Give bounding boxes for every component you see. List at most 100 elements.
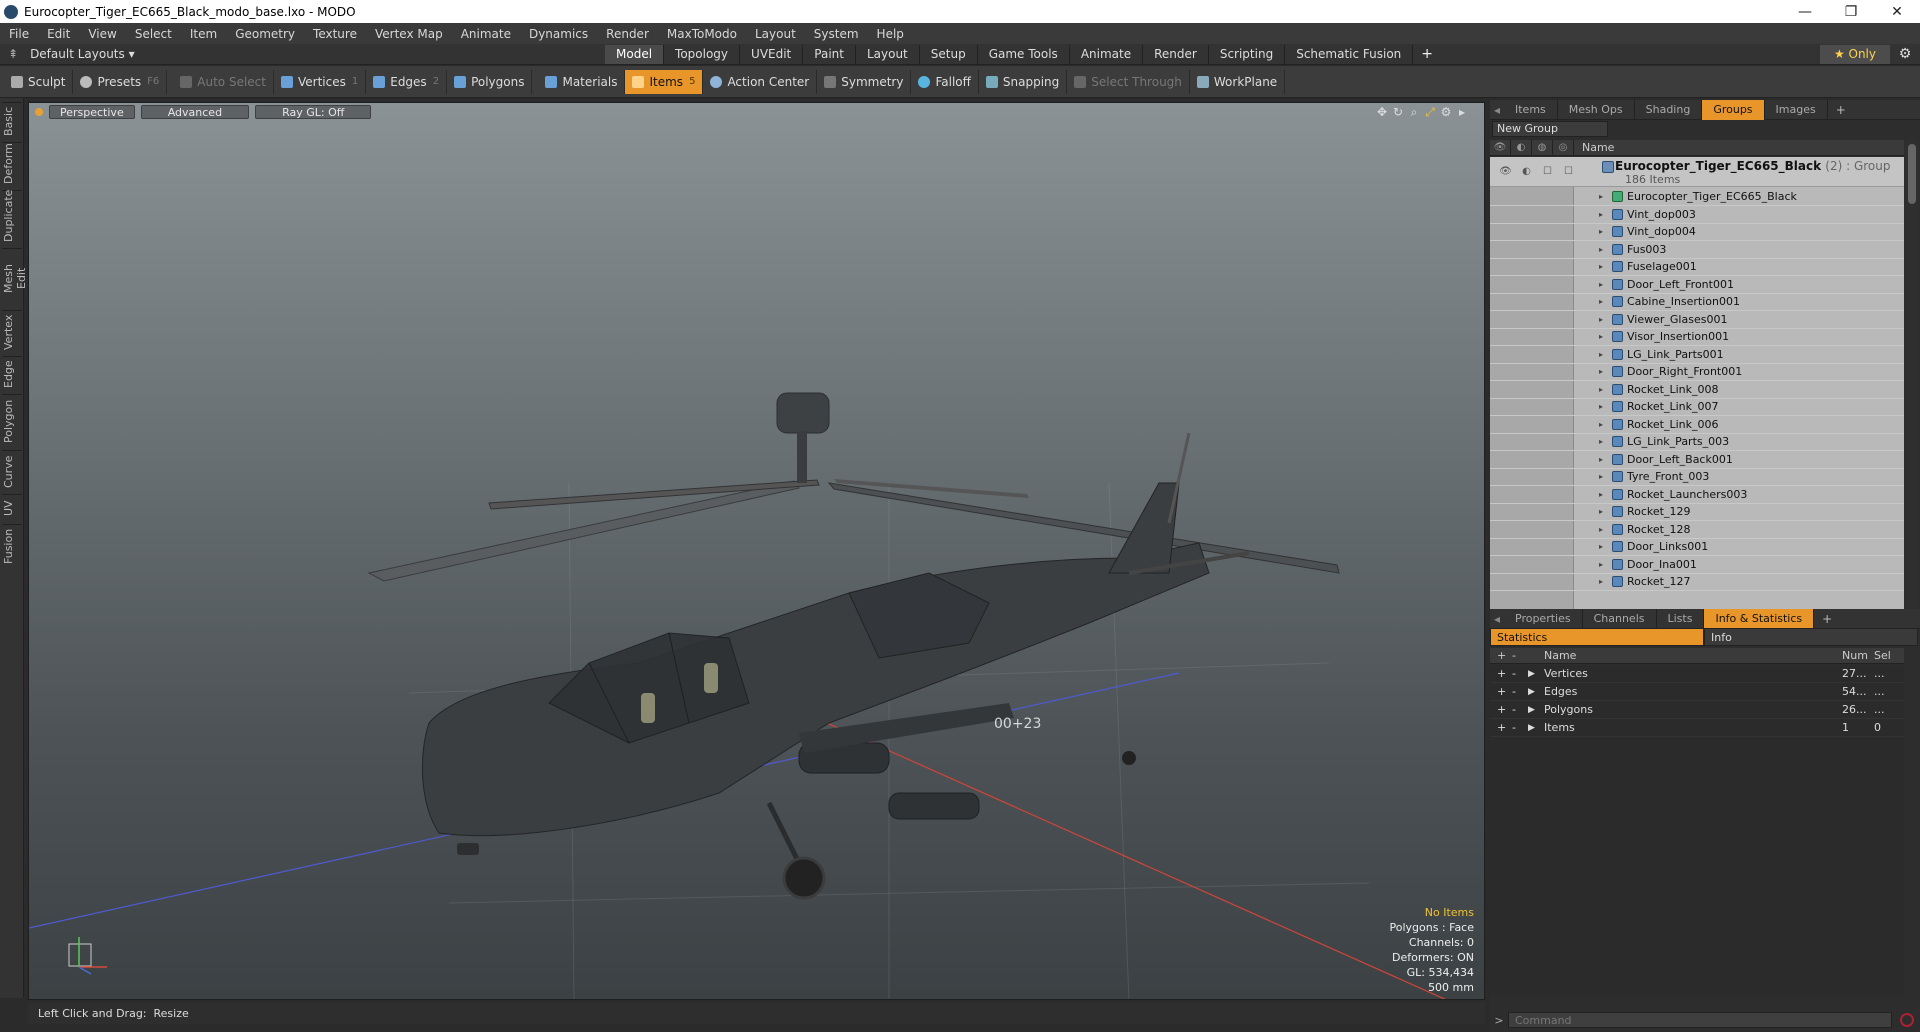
- snapping-button[interactable]: Snapping: [979, 69, 1068, 94]
- stat-row[interactable]: + - ▶ Edges 54......: [1490, 683, 1904, 701]
- tab-schematic-fusion[interactable]: Schematic Fusion: [1285, 44, 1414, 64]
- vertices-button[interactable]: Vertices 1: [274, 69, 367, 94]
- record-macro-icon[interactable]: [1900, 1013, 1914, 1027]
- groups-list[interactable]: 👁 ◐ ☐ ☐ Eurocopter_Tiger_EC665_Black (2) : …: [1490, 157, 1904, 609]
- tab-properties[interactable]: Properties: [1504, 608, 1583, 629]
- group-item-row[interactable]: ▸ Door_Right_Front001: [1490, 363, 1904, 381]
- view-mode-dropdown[interactable]: Perspective: [49, 105, 135, 119]
- select-through-button[interactable]: Select Through: [1067, 69, 1190, 94]
- menu-view[interactable]: View: [79, 27, 125, 41]
- group-item-row[interactable]: ▸ Vint_dop003: [1490, 206, 1904, 224]
- sculpt-button[interactable]: Sculpt: [4, 69, 74, 94]
- group-item-row[interactable]: ▸ Fus003: [1490, 241, 1904, 259]
- render-icon[interactable]: ◐: [1516, 166, 1537, 177]
- edges-button[interactable]: Edges 2: [366, 69, 448, 94]
- add-panel-tab-button[interactable]: +: [1828, 103, 1854, 117]
- expand-arrow-icon[interactable]: ▸: [1599, 245, 1603, 254]
- tab-model[interactable]: Model: [605, 44, 665, 64]
- new-group-button[interactable]: New Group: [1492, 121, 1608, 137]
- visibility-column-icon[interactable]: 👁: [1490, 139, 1511, 156]
- stat-remove-icon[interactable]: -: [1512, 721, 1516, 734]
- expand-arrow-icon[interactable]: ▸: [1599, 507, 1603, 516]
- expand-arrow-icon[interactable]: ▸: [1599, 455, 1603, 464]
- tab-lists[interactable]: Lists: [1657, 608, 1705, 629]
- expand-arrow-icon[interactable]: ▸: [1599, 297, 1603, 306]
- expand-arrow-icon[interactable]: ▸: [1599, 210, 1603, 219]
- expand-arrow-icon[interactable]: ▸: [1599, 350, 1603, 359]
- workplane-button[interactable]: WorkPlane: [1190, 69, 1286, 94]
- tab-game-tools[interactable]: Game Tools: [978, 44, 1070, 64]
- fit-icon[interactable]: ⤢: [1422, 105, 1438, 120]
- auto-select-button[interactable]: Auto Select: [173, 69, 274, 94]
- gear-icon[interactable]: ⚙: [1890, 46, 1920, 62]
- expand-arrow-icon[interactable]: ▸: [1599, 490, 1603, 499]
- expand-arrow-icon[interactable]: ▸: [1599, 315, 1603, 324]
- tab-deform[interactable]: Deform: [2, 142, 22, 188]
- group-item-row[interactable]: ▸ Rocket_129: [1490, 503, 1904, 521]
- render-column-icon[interactable]: ◐: [1511, 139, 1532, 156]
- group-item-row[interactable]: ▸ Rocket_Link_006: [1490, 416, 1904, 434]
- group-item-row[interactable]: ▸ Rocket_127: [1490, 573, 1904, 591]
- 3d-viewport[interactable]: 00+23 Perspective Advanced Ray GL: Off ✥…: [28, 102, 1485, 1000]
- menu-help[interactable]: Help: [868, 27, 913, 41]
- tab-channels[interactable]: Channels: [1583, 608, 1657, 629]
- tab-shading[interactable]: Shading: [1635, 99, 1703, 120]
- expand-arrow-icon[interactable]: ▸: [1599, 420, 1603, 429]
- close-button[interactable]: ✕: [1874, 0, 1920, 23]
- group-item-row[interactable]: ▸ Viewer_Glases001: [1490, 311, 1904, 329]
- expand-arrow-icon[interactable]: ▸: [1599, 227, 1603, 236]
- add-bottom-tab-button[interactable]: +: [1814, 612, 1840, 626]
- expand-arrow-icon[interactable]: ▸: [1599, 367, 1603, 376]
- action-center-button[interactable]: Action Center: [703, 69, 818, 94]
- stat-remove-icon[interactable]: -: [1512, 703, 1516, 716]
- group-item-row[interactable]: ▸ Rocket_128: [1490, 521, 1904, 539]
- tab-mesh-edit[interactable]: Mesh Edit: [2, 248, 28, 308]
- tab-fusion[interactable]: Fusion: [2, 524, 22, 568]
- stat-remove-icon[interactable]: -: [1512, 667, 1516, 680]
- menu-system[interactable]: System: [805, 27, 868, 41]
- menu-geometry[interactable]: Geometry: [226, 27, 304, 41]
- tab-curve[interactable]: Curve: [2, 450, 22, 492]
- expand-arrow-icon[interactable]: ▸: [1599, 525, 1603, 534]
- tab-duplicate[interactable]: Duplicate: [2, 190, 22, 246]
- panel-grip-icon[interactable]: ◂: [1490, 103, 1504, 117]
- group-item-row[interactable]: ▸ Fuselage001: [1490, 258, 1904, 276]
- tab-edge[interactable]: Edge: [2, 356, 22, 392]
- select-checkbox[interactable]: ☐: [1558, 166, 1579, 177]
- eye-icon[interactable]: 👁: [1495, 166, 1516, 177]
- menu-render[interactable]: Render: [597, 27, 658, 41]
- menu-file[interactable]: File: [0, 27, 38, 41]
- menu-select[interactable]: Select: [126, 27, 181, 41]
- tab-uvedit[interactable]: UVEdit: [740, 44, 804, 64]
- tab-polygon[interactable]: Polygon: [2, 394, 22, 448]
- panel-grip-icon-bottom[interactable]: ◂: [1490, 612, 1504, 626]
- expand-arrow-icon[interactable]: ▸: [1599, 402, 1603, 411]
- tab-groups[interactable]: Groups: [1702, 99, 1765, 120]
- tab-layout[interactable]: Layout: [856, 44, 920, 64]
- group-item-row[interactable]: ▸ Cabine_Insertion001: [1490, 293, 1904, 311]
- subtab-statistics[interactable]: Statistics: [1490, 628, 1704, 646]
- group-item-row[interactable]: ▸ Rocket_Link_007: [1490, 398, 1904, 416]
- viewport-options-icon[interactable]: [35, 108, 43, 116]
- name-column-header[interactable]: Name: [1574, 141, 1614, 154]
- command-history-icon[interactable]: >: [1490, 1014, 1508, 1027]
- tab-basic[interactable]: Basic: [2, 102, 22, 140]
- tab-info-statistics[interactable]: Info & Statistics: [1704, 608, 1815, 629]
- group-item-row[interactable]: ▸ Tyre_Front_003: [1490, 468, 1904, 486]
- stat-add-icon[interactable]: +: [1497, 721, 1506, 734]
- group-item-row[interactable]: ▸ Door_Links001: [1490, 538, 1904, 556]
- menu-item[interactable]: Item: [181, 27, 226, 41]
- expand-arrow-icon[interactable]: ▸: [1599, 472, 1603, 481]
- groups-scrollbar[interactable]: [1906, 140, 1918, 609]
- expand-arrow-icon[interactable]: ▸: [1599, 332, 1603, 341]
- command-input[interactable]: [1508, 1012, 1892, 1028]
- stat-row[interactable]: + - ▶ Polygons 26......: [1490, 701, 1904, 719]
- expand-arrow-icon[interactable]: ▸: [1599, 280, 1603, 289]
- add-tab-button[interactable]: +: [1413, 46, 1441, 62]
- tab-topology[interactable]: Topology: [664, 44, 741, 64]
- expand-arrow-icon[interactable]: ▸: [1599, 542, 1603, 551]
- tab-animate[interactable]: Animate: [1070, 44, 1144, 64]
- stat-expand-icon[interactable]: ▶: [1528, 723, 1535, 733]
- stat-expand-icon[interactable]: ▶: [1528, 705, 1535, 715]
- shading-dropdown[interactable]: Advanced: [140, 105, 250, 119]
